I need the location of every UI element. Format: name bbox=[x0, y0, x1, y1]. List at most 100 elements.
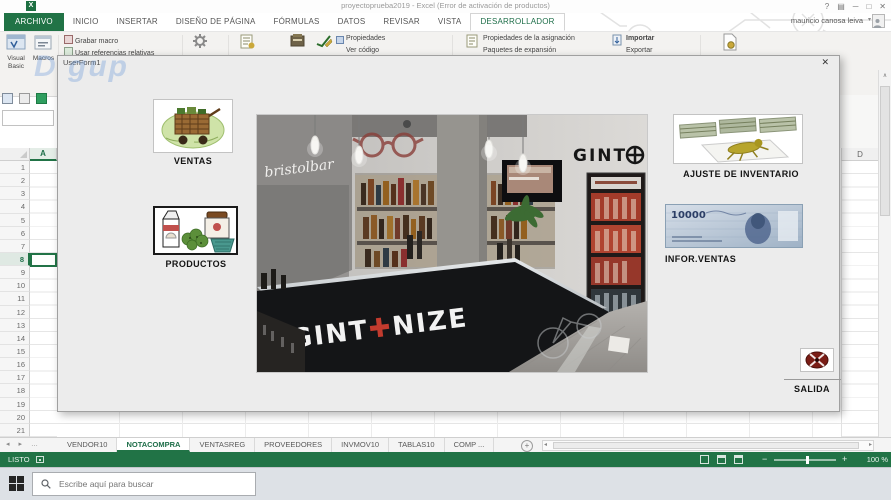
scroll-up-icon[interactable]: ∧ bbox=[879, 70, 891, 83]
row-number[interactable]: 12 bbox=[0, 305, 30, 319]
propiedades-button[interactable]: Propiedades bbox=[346, 35, 385, 42]
sheet-tab[interactable]: VENDOR10 bbox=[58, 438, 118, 452]
taskbar-search[interactable] bbox=[32, 472, 256, 496]
vertical-scrollbar[interactable]: ∧ bbox=[878, 70, 891, 437]
importar-button[interactable]: Importar bbox=[626, 35, 654, 42]
shopping-cart-icon bbox=[161, 107, 225, 149]
normal-view-icon[interactable] bbox=[700, 455, 709, 464]
salida-button[interactable] bbox=[800, 348, 834, 372]
ver-codigo-button[interactable]: Ver código bbox=[346, 47, 379, 54]
row-number[interactable]: 13 bbox=[0, 318, 30, 332]
print-preview-icon[interactable] bbox=[19, 93, 30, 104]
close-button[interactable]: ✕ bbox=[879, 0, 886, 13]
userform-close-button[interactable]: ✕ bbox=[821, 57, 829, 68]
ribbon-tab[interactable]: ARCHIVO bbox=[4, 13, 64, 31]
column-header-d[interactable]: D bbox=[841, 148, 878, 161]
panel-documentos-button[interactable] bbox=[722, 33, 738, 53]
row-number[interactable]: 18 bbox=[0, 384, 30, 398]
row-number[interactable]: 21 bbox=[0, 423, 30, 437]
sheet-tab[interactable]: INVMOV10 bbox=[332, 438, 390, 452]
horizontal-scrollbar[interactable]: ◂ ▸ bbox=[542, 440, 874, 451]
select-all-corner[interactable] bbox=[0, 148, 30, 161]
restore-button[interactable]: □ bbox=[866, 0, 871, 13]
search-input[interactable] bbox=[57, 478, 241, 490]
macro-record-icon[interactable] bbox=[36, 456, 44, 463]
row-number[interactable]: 9 bbox=[0, 266, 30, 280]
row-number[interactable]: 7 bbox=[0, 239, 30, 253]
quick-access-toolbar bbox=[2, 93, 47, 104]
name-box[interactable] bbox=[2, 110, 54, 126]
row-number[interactable]: 2 bbox=[0, 174, 30, 188]
exportar-button[interactable]: Exportar bbox=[626, 47, 652, 54]
row-number[interactable]: 10 bbox=[0, 279, 30, 293]
zoom-in-button[interactable]: + bbox=[842, 452, 847, 467]
row-number[interactable]: 16 bbox=[0, 358, 30, 372]
column-header-a[interactable]: A bbox=[30, 148, 57, 161]
visual-basic-button[interactable] bbox=[6, 34, 26, 53]
view-shortcuts bbox=[700, 455, 743, 464]
row-number[interactable]: 17 bbox=[0, 371, 30, 385]
sheet-tab[interactable]: NOTACOMPRA bbox=[117, 438, 191, 452]
row-number[interactable]: 19 bbox=[0, 397, 30, 411]
ribbon-tab[interactable]: FÓRMULAS bbox=[265, 13, 329, 31]
sheet-nav-arrow[interactable]: … bbox=[31, 438, 38, 452]
row-number[interactable]: 14 bbox=[0, 331, 30, 345]
row-number[interactable]: 6 bbox=[0, 226, 30, 240]
ribbon-tab[interactable]: INICIO bbox=[64, 13, 108, 31]
minimize-button[interactable]: ─ bbox=[853, 0, 859, 13]
sheet-nav-arrow[interactable]: ▸ bbox=[19, 438, 23, 452]
help-button[interactable]: ? bbox=[825, 0, 829, 13]
ribbon-display-options-button[interactable]: ▤ bbox=[837, 0, 845, 13]
ribbon-tab[interactable]: DESARROLLADOR bbox=[470, 13, 565, 31]
save-icon[interactable] bbox=[2, 93, 13, 104]
sheet-tab[interactable]: PROVEEDORES bbox=[255, 438, 333, 452]
new-sheet-button[interactable]: + bbox=[521, 440, 533, 452]
zoom-out-button[interactable]: − bbox=[762, 452, 767, 467]
sheet-tab[interactable]: COMP ... bbox=[445, 438, 495, 452]
page-layout-view-icon[interactable] bbox=[717, 455, 726, 464]
modo-diseno-button[interactable] bbox=[290, 33, 307, 51]
sheet-tab[interactable]: TABLAS10 bbox=[389, 438, 445, 452]
horizontal-scroll-thumb[interactable] bbox=[553, 442, 859, 449]
productos-button[interactable] bbox=[153, 206, 238, 255]
row-number[interactable]: 1 bbox=[0, 161, 30, 175]
scroll-left-icon[interactable]: ◂ bbox=[544, 441, 547, 450]
zoom-slider[interactable] bbox=[774, 459, 836, 461]
zoom-level[interactable]: 100 % bbox=[852, 452, 888, 467]
ribbon-tab[interactable]: DATOS bbox=[329, 13, 375, 31]
grid-cells-left[interactable] bbox=[30, 161, 57, 437]
row-number[interactable]: 8 bbox=[0, 252, 30, 267]
paquetes-expansion-button[interactable]: Paquetes de expansión bbox=[483, 47, 556, 54]
row-number[interactable]: 20 bbox=[0, 410, 30, 424]
grid-cells-right[interactable] bbox=[841, 161, 878, 437]
infor-ventas-button[interactable]: 10000 bbox=[665, 204, 803, 248]
propiedades-asignacion-button[interactable]: Propiedades de la asignación bbox=[483, 35, 575, 42]
row-number[interactable]: 5 bbox=[0, 213, 30, 227]
scroll-right-icon[interactable]: ▸ bbox=[869, 441, 872, 450]
active-cell-a8[interactable] bbox=[30, 252, 57, 267]
row-number[interactable]: 4 bbox=[0, 200, 30, 214]
sheet-nav-arrow[interactable]: ◂ bbox=[6, 438, 10, 452]
ribbon-tab[interactable]: REVISAR bbox=[374, 13, 429, 31]
grabar-macro-button[interactable]: Grabar macro bbox=[64, 35, 118, 45]
row-number[interactable]: 11 bbox=[0, 292, 30, 306]
grid-cells-bottom[interactable] bbox=[57, 412, 841, 437]
ribbon-tab[interactable]: DISEÑO DE PÁGINA bbox=[167, 13, 265, 31]
page-break-view-icon[interactable] bbox=[734, 455, 743, 464]
ejecutar-button[interactable] bbox=[315, 33, 333, 51]
row-number[interactable]: 15 bbox=[0, 344, 30, 359]
sheet-tab[interactable]: VENTASREG bbox=[190, 438, 256, 452]
ventas-button[interactable] bbox=[153, 99, 233, 153]
ajuste-inventario-button[interactable] bbox=[673, 114, 803, 164]
start-button[interactable] bbox=[9, 476, 24, 491]
ribbon-tab[interactable]: INSERTAR bbox=[108, 13, 167, 31]
complementos-button[interactable] bbox=[192, 34, 208, 51]
zoom-slider-thumb[interactable] bbox=[806, 455, 809, 464]
ribbon-tab[interactable]: VISTA bbox=[429, 13, 471, 31]
avatar[interactable] bbox=[872, 14, 885, 28]
account-name[interactable]: mauricio canosa leiva bbox=[791, 16, 863, 25]
workbook-icon[interactable] bbox=[36, 93, 47, 104]
insertar-controles-button[interactable] bbox=[240, 34, 255, 51]
row-number[interactable]: 3 bbox=[0, 187, 30, 201]
vertical-scroll-thumb[interactable] bbox=[880, 86, 890, 216]
